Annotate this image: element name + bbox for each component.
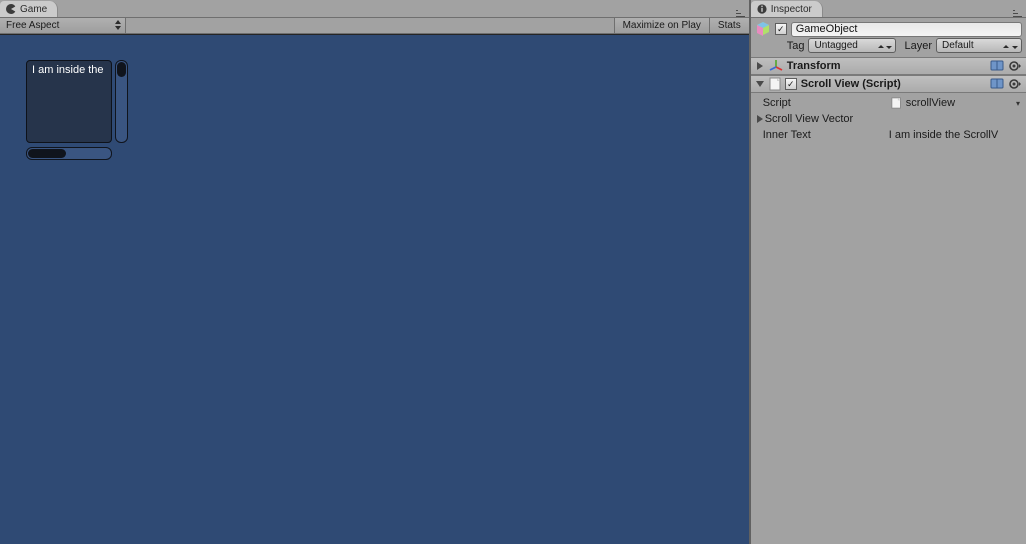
component-transform-header[interactable]: Transform <box>751 57 1026 75</box>
help-book-icon[interactable] <box>990 77 1004 91</box>
script-object-value: scrollView <box>906 97 955 109</box>
scroll-view-widget: I am inside the <box>26 60 130 160</box>
gameobject-name-input[interactable]: GameObject <box>791 22 1022 37</box>
component-enabled-checkbox[interactable]: ✓ <box>785 78 797 90</box>
vertical-scrollbar-thumb[interactable] <box>117 62 126 77</box>
chevron-updown-icon <box>115 20 121 30</box>
foldout-collapsed-icon[interactable] <box>755 115 765 123</box>
panel-menu-icon[interactable] <box>1013 8 1022 17</box>
layer-dropdown[interactable]: Default <box>936 38 1022 53</box>
object-picker-icon[interactable]: ▾ <box>1016 99 1022 108</box>
help-book-icon[interactable] <box>990 59 1004 73</box>
game-view: I am inside the <box>0 34 749 544</box>
chevron-updown-icon <box>878 41 893 52</box>
game-tab-bar: Game <box>0 0 749 17</box>
component-scrollview-header[interactable]: ✓ Scroll View (Script) <box>751 75 1026 93</box>
maximize-on-play-button[interactable]: Maximize on Play <box>614 18 709 33</box>
tag-dropdown[interactable]: Untagged <box>808 38 896 53</box>
innertext-label: Inner Text <box>763 129 889 141</box>
aspect-dropdown[interactable]: Free Aspect <box>0 18 126 33</box>
tab-inspector-label: Inspector <box>771 4 812 15</box>
tab-game[interactable]: Game <box>0 1 58 17</box>
component-transform-title: Transform <box>787 60 841 72</box>
scroll-text: I am inside the <box>32 64 104 76</box>
pacman-icon <box>6 4 16 14</box>
script-icon <box>769 77 781 91</box>
stats-label: Stats <box>718 20 741 31</box>
innertext-value: I am inside the ScrollV <box>889 129 998 141</box>
tab-game-label: Game <box>20 4 47 15</box>
vertical-scrollbar[interactable] <box>115 60 128 143</box>
gear-icon[interactable] <box>1008 59 1022 73</box>
tab-inspector[interactable]: Inspector <box>751 1 823 17</box>
foldout-expanded-icon[interactable] <box>755 80 765 88</box>
foldout-collapsed-icon[interactable] <box>755 62 765 70</box>
horizontal-scrollbar[interactable] <box>26 147 112 160</box>
info-icon <box>757 4 767 14</box>
gameobject-name-value: GameObject <box>796 23 858 35</box>
document-icon <box>891 97 903 109</box>
chevron-updown-icon <box>1003 41 1018 52</box>
transform-axes-icon <box>769 59 783 73</box>
gameobject-enabled-checkbox[interactable]: ✓ <box>775 23 787 35</box>
scrollview-vector-label: Scroll View Vector <box>765 113 853 125</box>
horizontal-scrollbar-thumb[interactable] <box>28 149 66 158</box>
component-scrollview-title: Scroll View (Script) <box>801 78 901 90</box>
aspect-dropdown-label: Free Aspect <box>6 20 59 31</box>
panel-menu-icon[interactable] <box>736 8 745 17</box>
tag-label: Tag <box>755 40 805 52</box>
script-field-label: Script <box>763 97 889 109</box>
game-toolbar: Free Aspect Maximize on Play Stats <box>0 17 749 34</box>
script-object-field[interactable]: scrollView <box>889 96 1013 110</box>
scroll-view-content[interactable]: I am inside the <box>26 60 112 143</box>
inspector-tab-bar: Inspector <box>751 0 1026 17</box>
maximize-label: Maximize on Play <box>623 20 701 31</box>
layer-label: Layer <box>904 40 932 52</box>
layer-value: Default <box>942 40 974 51</box>
stats-button[interactable]: Stats <box>709 18 749 33</box>
gear-icon[interactable] <box>1008 77 1022 91</box>
gameobject-icon <box>755 21 771 37</box>
tag-value: Untagged <box>814 40 857 51</box>
